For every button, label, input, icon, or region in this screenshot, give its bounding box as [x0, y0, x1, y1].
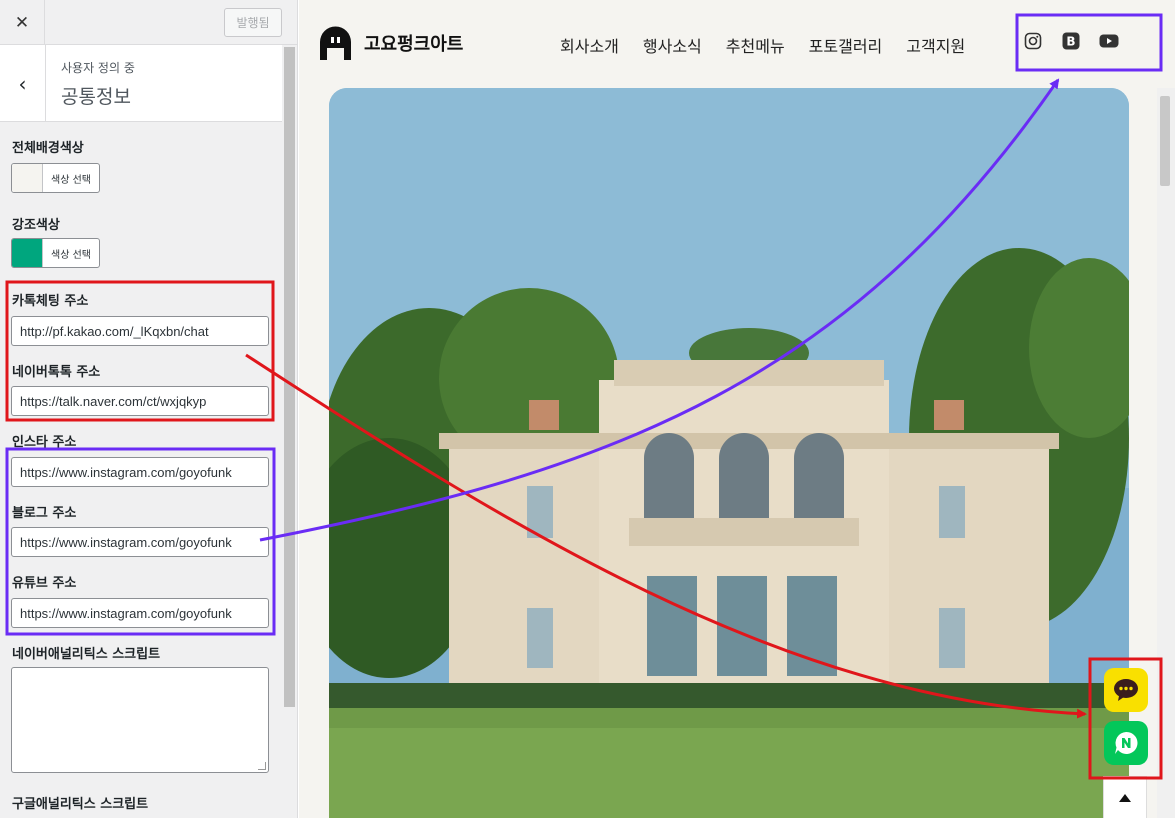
customizer-panel: ✕ 발행됨 ‹ 사용자 정의 중 공통정보 전체배경색상 색상 선택 강조색상 …: [0, 0, 298, 818]
naver-talk-button[interactable]: [1104, 721, 1148, 765]
accent-color-swatch: [12, 239, 43, 267]
bg-color-picker-button[interactable]: 색상 선택: [11, 163, 100, 193]
hero-image: [329, 88, 1129, 818]
nav-item-company[interactable]: 회사소개: [560, 33, 619, 57]
naver-talk-icon: [1115, 731, 1138, 754]
kakao-url-label: 카톡체팅 주소: [12, 294, 89, 309]
main-nav: 회사소개 행사소식 추천메뉴 포토갤러리 고객지원: [560, 33, 965, 57]
kakao-url-input[interactable]: http://pf.kakao.com/_lKqxbn/chat: [11, 316, 269, 346]
youtube-icon[interactable]: [1098, 30, 1119, 51]
youtube-url-input[interactable]: https://www.instagram.com/goyofunk: [11, 598, 269, 628]
panel-header: ✕ 발행됨: [0, 0, 297, 45]
naver-talk-url-label: 네이버톡톡 주소: [12, 365, 101, 380]
breadcrumb: 사용자 정의 중: [61, 61, 135, 75]
site-title: 고요펑크아트: [364, 34, 464, 55]
instagram-url-input[interactable]: https://www.instagram.com/goyofunk: [11, 457, 269, 487]
publish-button[interactable]: 발행됨: [224, 8, 282, 37]
preview-scrollbar[interactable]: [1157, 88, 1175, 818]
section-header: ‹ 사용자 정의 중 공통정보: [0, 45, 282, 122]
instagram-url-label: 인스타 주소: [12, 435, 77, 450]
chevron-left-icon: ‹: [18, 71, 27, 96]
preview-scrollbar-thumb[interactable]: [1160, 96, 1170, 186]
blog-icon[interactable]: B: [1060, 30, 1081, 51]
kakao-chat-button[interactable]: [1104, 668, 1148, 712]
svg-text:B: B: [1066, 34, 1075, 48]
accent-color-button-label: 색상 선택: [51, 249, 91, 261]
social-links: B: [1022, 30, 1119, 51]
resize-grip[interactable]: [258, 762, 266, 770]
bg-color-swatch: [12, 164, 43, 192]
nav-item-gallery[interactable]: 포토갤러리: [809, 33, 883, 57]
bg-color-label: 전체배경색상: [12, 141, 84, 156]
caret-up-icon: [1119, 794, 1131, 802]
naver-talk-url-input[interactable]: https://talk.naver.com/ct/wxjqkyp: [11, 386, 269, 416]
section-title: 공통정보: [61, 86, 131, 108]
scroll-top-button[interactable]: [1103, 776, 1147, 818]
bg-color-button-label: 색상 선택: [51, 174, 91, 186]
blog-url-label: 블로그 주소: [12, 506, 77, 521]
panel-scrollbar-thumb[interactable]: [284, 47, 295, 707]
accent-color-label: 강조색상: [12, 218, 60, 233]
kakao-chat-icon: [1114, 679, 1138, 701]
panel-scrollbar[interactable]: [282, 45, 297, 818]
accent-color-picker-button[interactable]: 색상 선택: [11, 238, 100, 268]
nav-item-support[interactable]: 고객지원: [906, 33, 965, 57]
close-icon: ✕: [14, 12, 30, 33]
nav-item-menu[interactable]: 추천메뉴: [726, 33, 785, 57]
google-analytics-label: 구글애널리틱스 스크립트: [12, 797, 149, 812]
back-button[interactable]: ‹: [0, 45, 46, 122]
youtube-url-label: 유튜브 주소: [12, 576, 77, 591]
nav-item-events[interactable]: 행사소식: [643, 33, 702, 57]
instagram-icon[interactable]: [1022, 30, 1043, 51]
site-preview: 고요펑크아트 회사소개 행사소식 추천메뉴 포토갤러리 고객지원 B: [299, 0, 1175, 818]
logo-mark-icon: [320, 26, 351, 60]
blog-url-input[interactable]: https://www.instagram.com/goyofunk: [11, 527, 269, 557]
site-logo[interactable]: 고요펑크아트: [317, 26, 463, 60]
naver-analytics-label: 네이버애널리틱스 스크립트: [12, 647, 161, 662]
close-button[interactable]: ✕: [0, 0, 45, 45]
naver-analytics-textarea[interactable]: [11, 667, 269, 773]
